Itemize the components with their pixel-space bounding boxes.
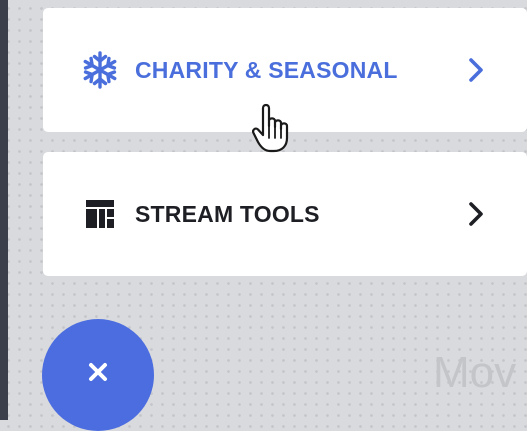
background-text: Mov — [433, 348, 517, 397]
close-menu-button[interactable] — [42, 319, 154, 431]
close-icon — [85, 359, 111, 385]
menu-item-label: STREAM TOOLS — [135, 200, 320, 227]
snowflake-icon — [80, 50, 120, 90]
dashboard-icon — [80, 194, 120, 234]
menu-item-stream-tools[interactable]: STREAM TOOLS — [43, 152, 527, 276]
chevron-right-icon — [465, 199, 487, 229]
hand-pointer-cursor-icon — [250, 100, 294, 156]
panel-left-edge — [0, 0, 8, 420]
chevron-right-icon — [465, 55, 487, 85]
menu-item-label: CHARITY & SEASONAL — [135, 56, 398, 83]
